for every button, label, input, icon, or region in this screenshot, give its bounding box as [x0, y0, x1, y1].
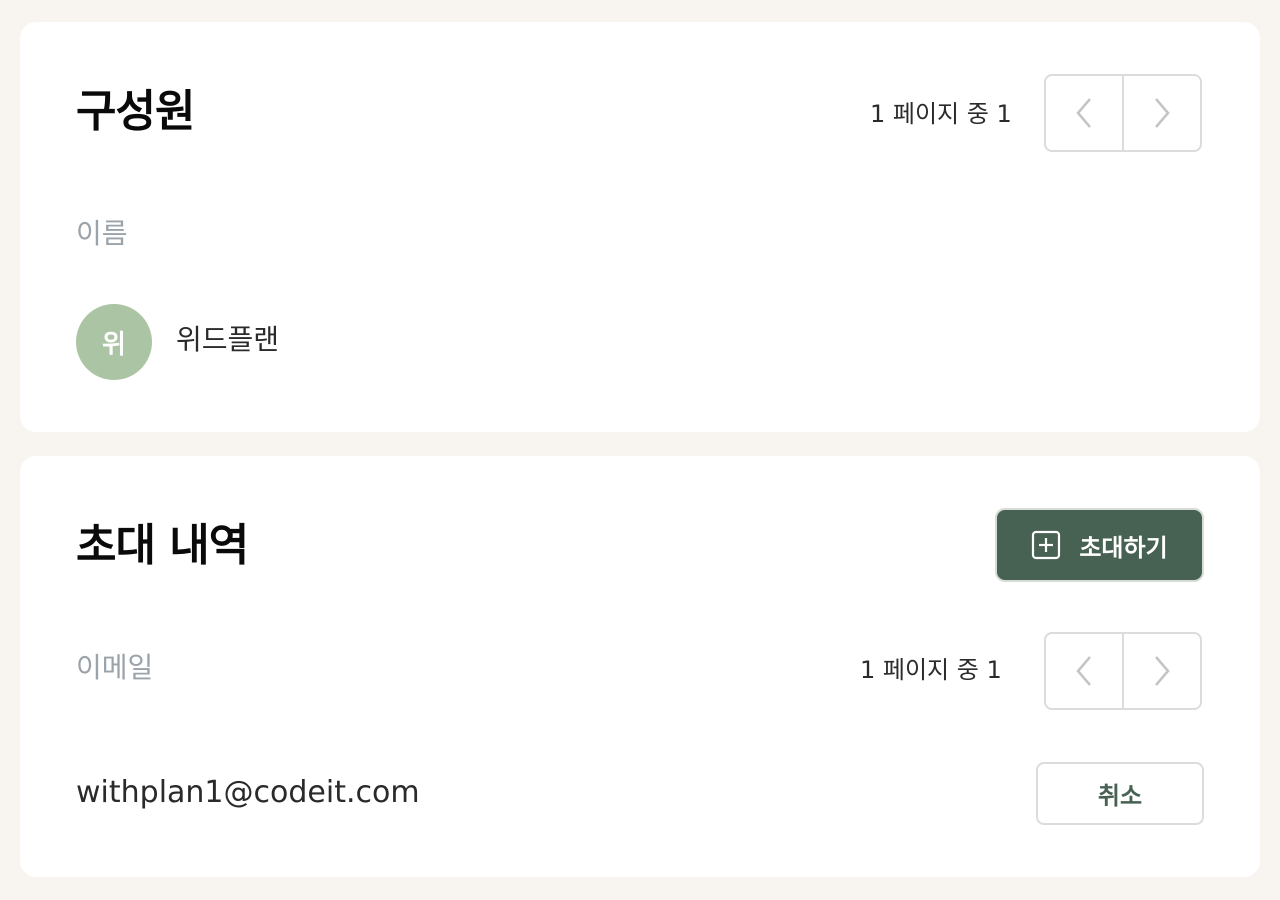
- members-next-page-button[interactable]: [1122, 76, 1200, 150]
- members-pagination: [1044, 74, 1202, 152]
- name-column-header: 이름: [76, 217, 128, 250]
- email-column-header: 이메일: [76, 651, 154, 684]
- members-card: 구성원 1 페이지 중 1 이름 위 위드플랜: [20, 22, 1260, 432]
- avatar: 위: [76, 304, 152, 380]
- invites-pagination-text: 1 페이지 중 1: [860, 656, 1002, 684]
- plus-square-icon: [1032, 530, 1061, 560]
- invites-card: 초대 내역 초대하기 이메일 1 페이지 중 1 withplan1@codei…: [20, 456, 1260, 877]
- invites-pagination: [1044, 632, 1202, 710]
- chevron-left-icon: [1076, 98, 1091, 128]
- invites-prev-page-button[interactable]: [1046, 634, 1122, 708]
- invite-email: withplan1@codeit.com: [76, 775, 420, 810]
- invite-button[interactable]: 초대하기: [995, 508, 1204, 582]
- member-name: 위드플랜: [176, 323, 280, 356]
- members-prev-page-button[interactable]: [1046, 76, 1122, 150]
- chevron-right-icon: [1155, 98, 1170, 128]
- chevron-left-icon: [1076, 656, 1091, 686]
- chevron-right-icon: [1155, 656, 1170, 686]
- invites-next-page-button[interactable]: [1122, 634, 1200, 708]
- members-pagination-text: 1 페이지 중 1: [870, 100, 1012, 128]
- invites-title: 초대 내역: [76, 520, 249, 571]
- members-title: 구성원: [76, 86, 195, 137]
- invite-button-label: 초대하기: [1079, 533, 1168, 562]
- cancel-invite-button[interactable]: 취소: [1036, 762, 1204, 825]
